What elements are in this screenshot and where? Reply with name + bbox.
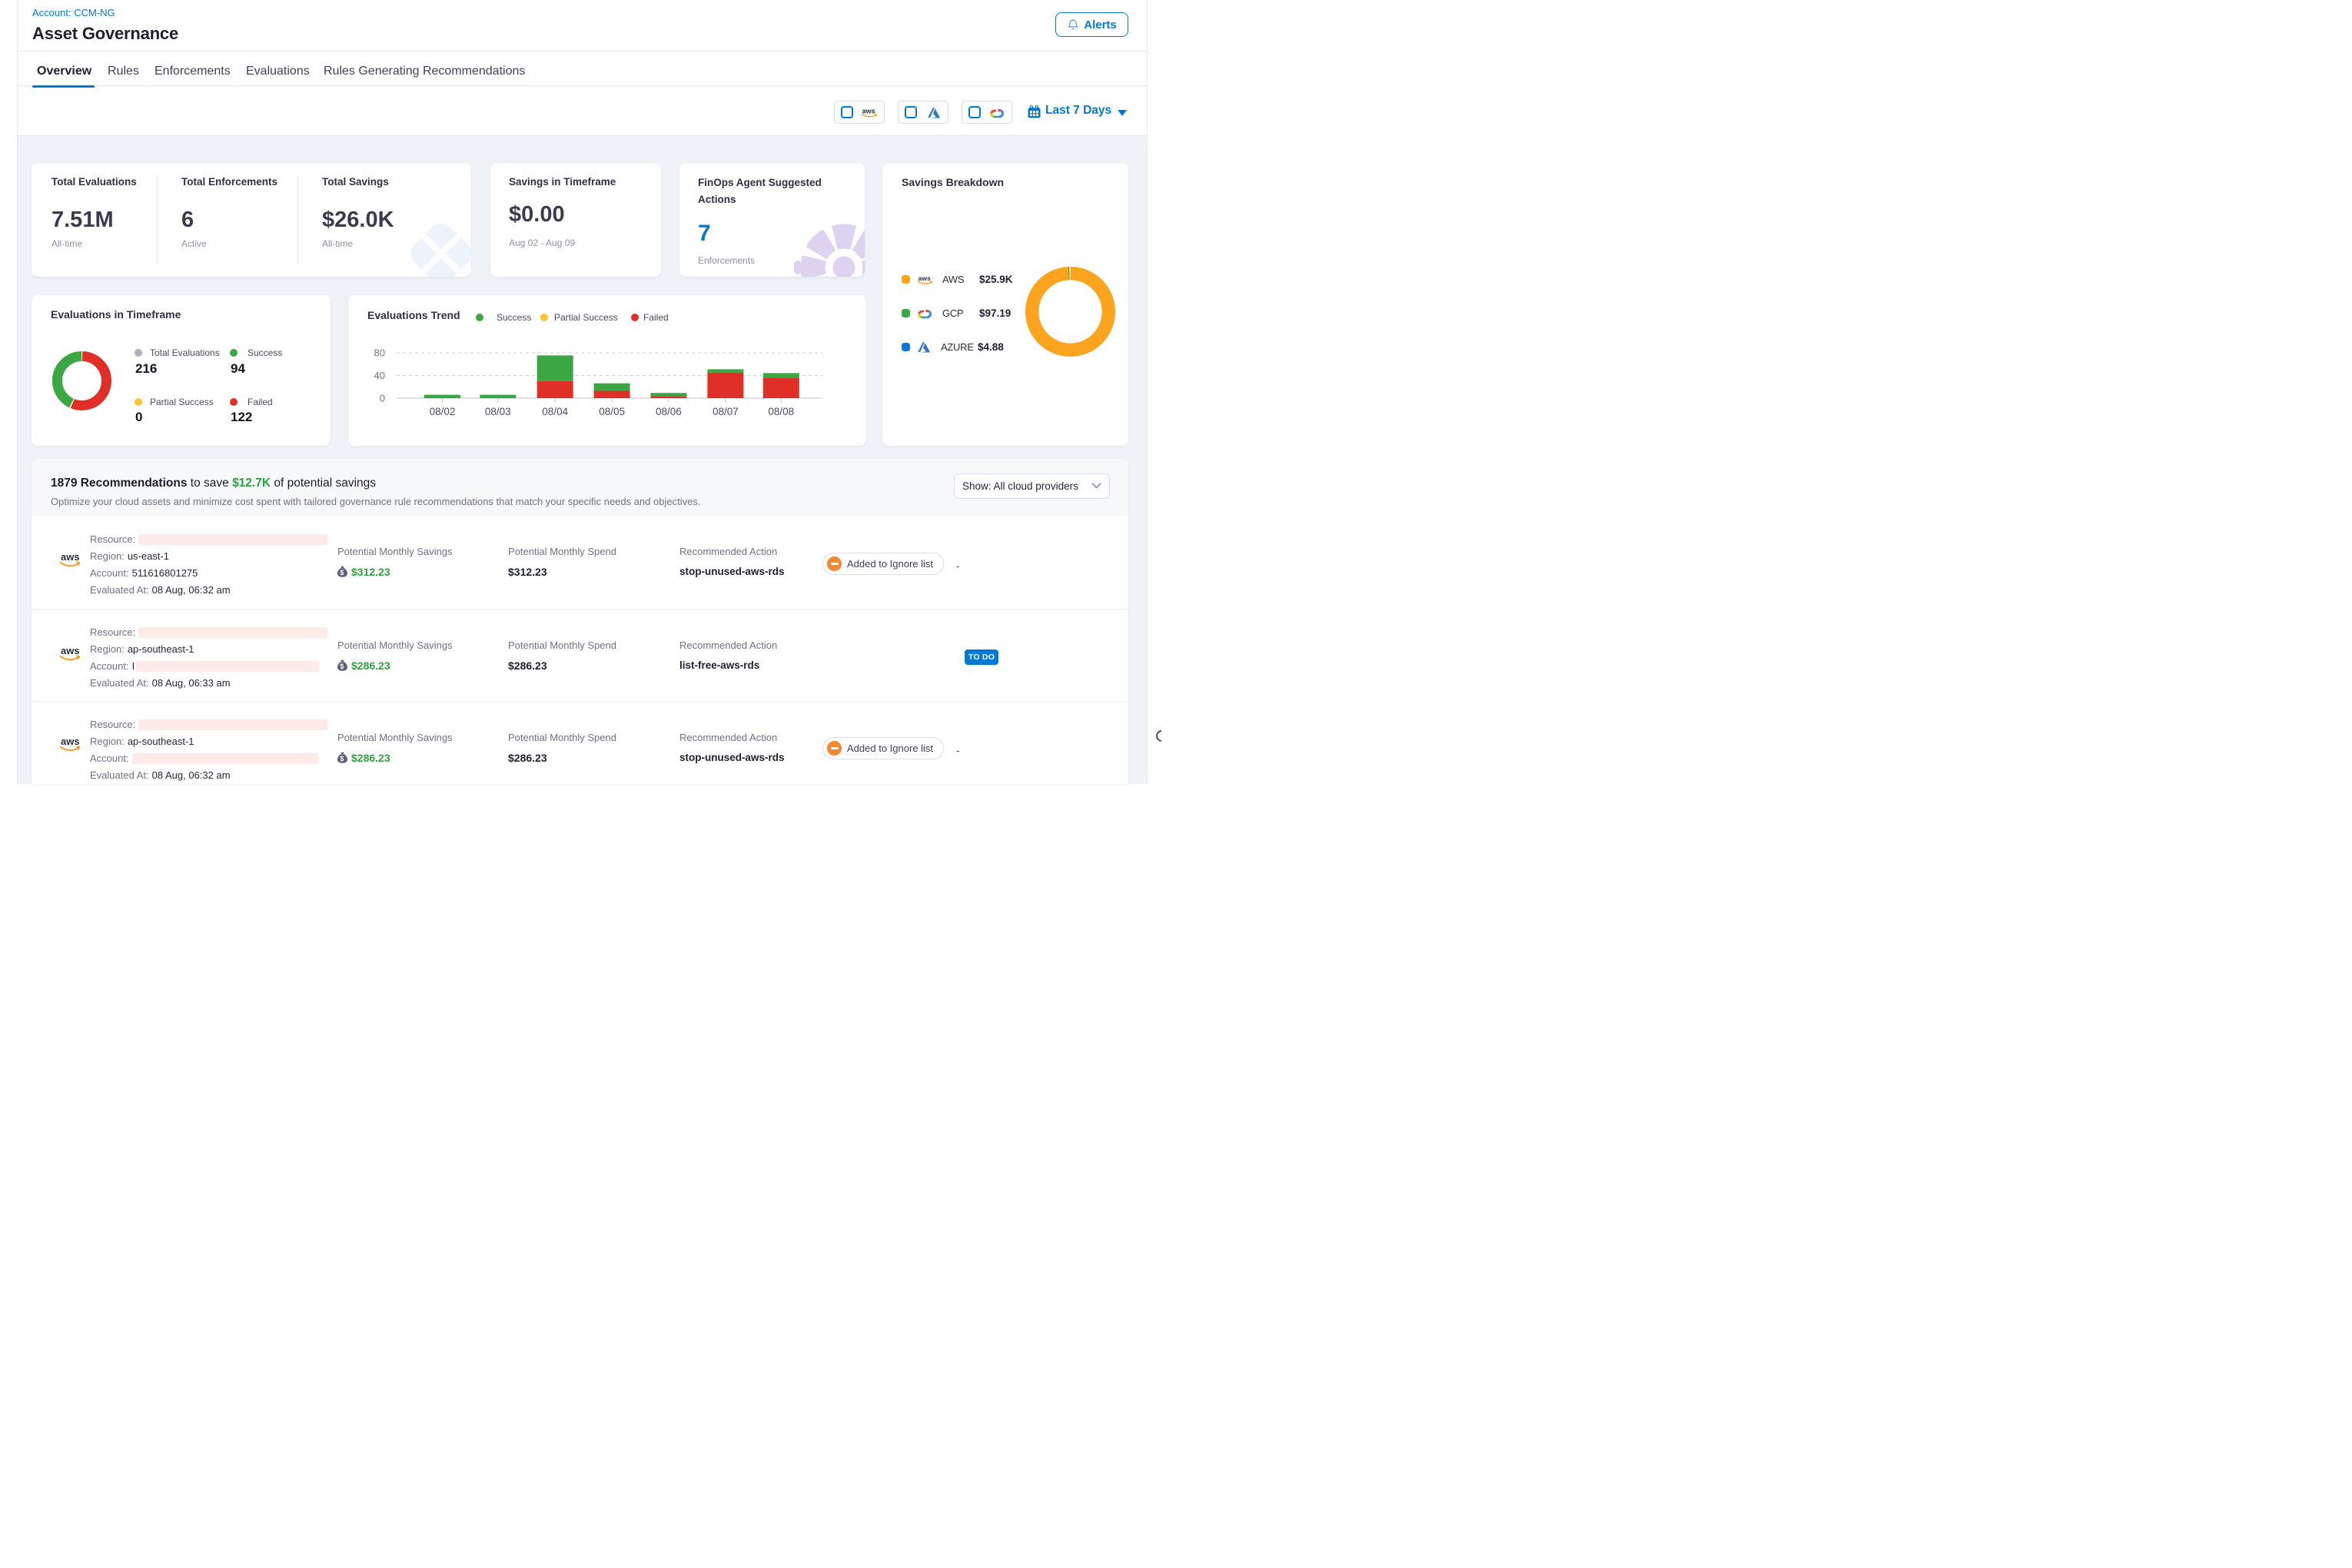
svg-text:08/04: 08/04 [542, 406, 568, 417]
svg-text:40: 40 [374, 370, 385, 381]
svg-text:$: $ [340, 569, 344, 576]
svg-text:aws: aws [61, 736, 80, 747]
svg-text:$: $ [340, 663, 344, 670]
svg-text:aws: aws [862, 107, 875, 115]
svg-text:08/06: 08/06 [656, 406, 682, 417]
svg-text:80: 80 [374, 347, 385, 359]
svg-text:aws: aws [61, 645, 80, 656]
svg-text:$: $ [340, 755, 344, 762]
svg-text:aws: aws [919, 274, 931, 282]
svg-text:0: 0 [380, 393, 385, 404]
svg-text:08/08: 08/08 [768, 406, 794, 417]
svg-text:aws: aws [61, 551, 80, 563]
svg-text:08/03: 08/03 [485, 406, 511, 417]
svg-text:08/02: 08/02 [430, 406, 456, 417]
svg-text:08/07: 08/07 [713, 406, 739, 417]
svg-text:08/05: 08/05 [599, 406, 625, 417]
